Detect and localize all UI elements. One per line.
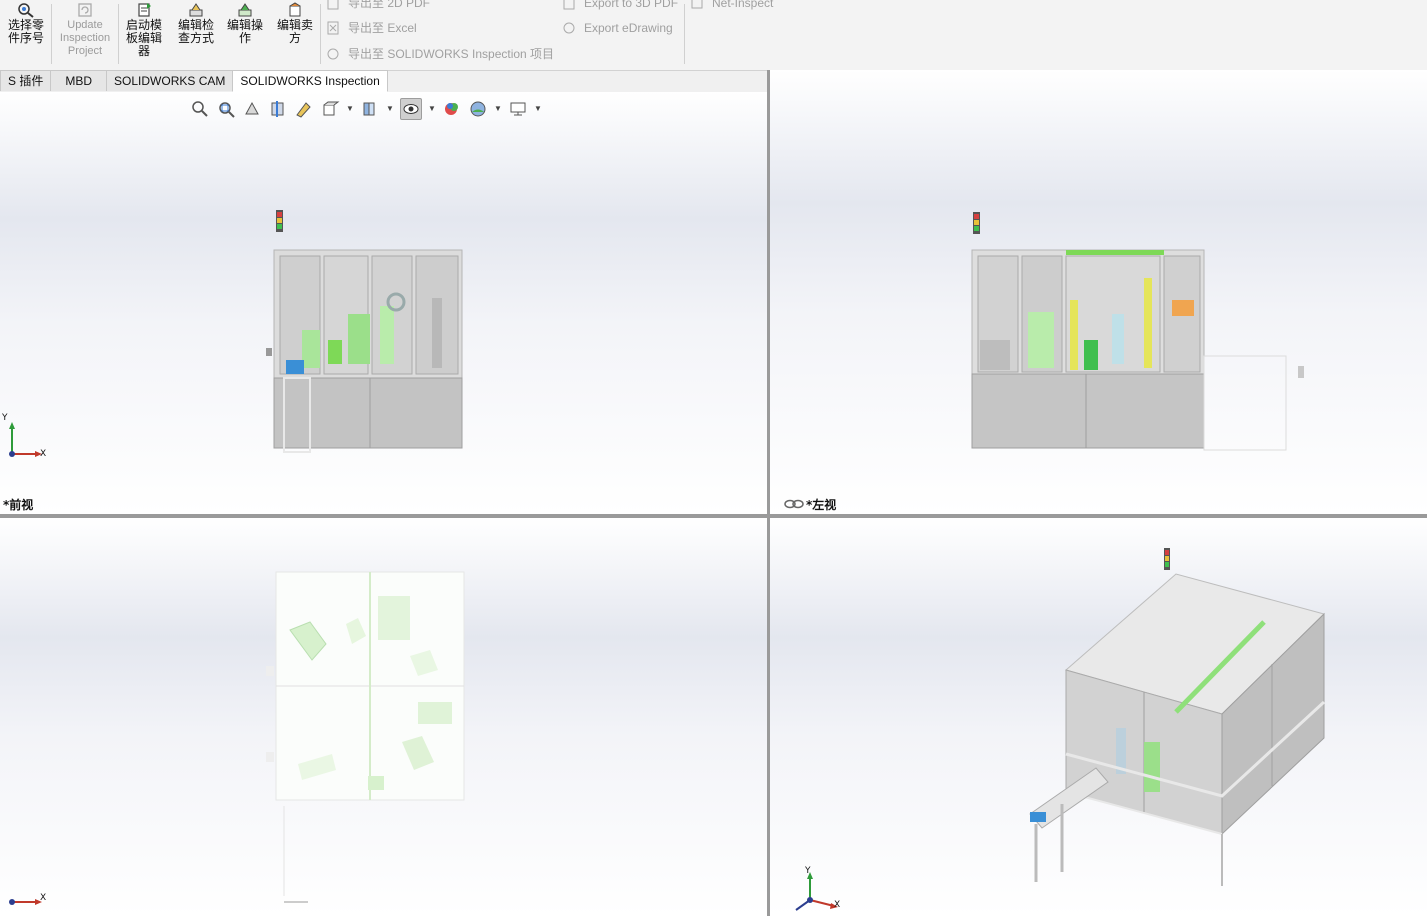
axis-x-label: X	[834, 900, 841, 910]
heads-up-view-toolbar: ▼ ▼ ▼ ▼ ▼	[190, 97, 548, 121]
display-style-icon[interactable]	[360, 99, 380, 119]
model-isometric-view[interactable]	[1016, 542, 1336, 892]
dynamic-annotation-icon[interactable]	[294, 99, 314, 119]
tab-solidworks-inspection[interactable]: SOLIDWORKS Inspection	[232, 70, 388, 92]
apply-scene-icon[interactable]	[468, 99, 488, 119]
export-2d-pdf-button[interactable]: 导出至 2D PDF	[326, 0, 430, 12]
view-orientation-icon[interactable]	[320, 99, 340, 119]
export-project-icon	[327, 48, 339, 60]
viewport-front-label: *前视	[3, 498, 34, 512]
axis-y-label: Y	[2, 413, 8, 423]
tab-addins[interactable]: S 插件	[0, 70, 52, 91]
update-inspection-project-button[interactable]: Update Inspection Project	[55, 0, 115, 68]
view-settings-icon[interactable]	[508, 99, 528, 119]
edit-appearance-icon[interactable]	[442, 99, 462, 119]
vendor-label: 编辑卖方	[276, 18, 313, 45]
viewport-left[interactable]: *左视	[770, 70, 1427, 514]
export-edrawing-label: Export eDrawing	[584, 21, 673, 35]
edit-operation-button[interactable]: 编辑操作	[222, 0, 268, 68]
net-inspect-icon	[691, 0, 703, 9]
previous-view-icon[interactable]	[242, 99, 262, 119]
link-views-icon[interactable]	[784, 498, 804, 510]
model-front-view[interactable]	[262, 210, 472, 455]
export-3d-pdf-icon	[563, 0, 575, 10]
axis-y-label: Y	[805, 866, 811, 876]
update-project-icon	[78, 3, 92, 17]
ribbon-separator	[118, 4, 119, 64]
viewport-front[interactable]: ▼ ▼ ▼ ▼ ▼ Y X *前视	[0, 92, 767, 514]
model-left-view[interactable]	[966, 210, 1316, 460]
operation-icon	[238, 3, 252, 17]
template-editor-label: 启动模板编辑器	[125, 18, 162, 58]
balloon-search-icon	[18, 3, 34, 18]
viewport-isometric[interactable]: Y X	[770, 518, 1427, 916]
chevron-down-icon[interactable]: ▼	[534, 99, 542, 119]
operation-label: 编辑操作	[226, 18, 263, 45]
export-excel-icon	[327, 21, 339, 35]
ribbon: 选择零件序号 Update Inspection Project 启动模板编辑器…	[0, 0, 1427, 71]
export-3d-pdf-button[interactable]: Export to 3D PDF	[562, 0, 678, 12]
viewport-splitter-horizontal[interactable]	[0, 514, 1427, 518]
net-inspect-label: Net-Inspect	[712, 0, 774, 10]
section-view-icon[interactable]	[268, 99, 288, 119]
export-pdf-icon	[327, 0, 339, 10]
net-inspect-button[interactable]: Net-Inspect	[690, 0, 773, 12]
export-2d-pdf-label: 导出至 2D PDF	[348, 0, 431, 10]
export-excel-label: 导出至 Excel	[348, 21, 417, 35]
axis-x-label: X	[40, 893, 47, 903]
hide-show-items-icon[interactable]	[400, 98, 422, 120]
export-3d-pdf-label: Export to 3D PDF	[584, 0, 679, 10]
ribbon-separator	[684, 4, 685, 64]
vendor-icon	[289, 2, 301, 17]
viewport-top[interactable]: X	[0, 518, 767, 916]
export-edrawing-button[interactable]: Export eDrawing	[562, 19, 673, 37]
edit-vendor-button[interactable]: 编辑卖方	[272, 0, 318, 68]
inspection-method-label: 编辑检查方式	[177, 18, 214, 45]
zoom-to-fit-icon[interactable]	[190, 99, 210, 119]
zoom-to-area-icon[interactable]	[216, 99, 236, 119]
update-project-label: Update Inspection Project	[59, 19, 111, 57]
command-manager-tabs: S 插件 MBD SOLIDWORKS CAM SOLIDWORKS Inspe…	[0, 70, 388, 92]
select-balloon-button[interactable]: 选择零件序号	[3, 0, 49, 68]
chevron-down-icon[interactable]: ▼	[494, 99, 502, 119]
tab-solidworks-cam[interactable]: SOLIDWORKS CAM	[106, 70, 234, 91]
template-editor-icon	[138, 3, 151, 17]
viewport-left-label: *左视	[806, 498, 837, 512]
viewport-splitter-vertical[interactable]	[767, 70, 770, 916]
axis-x-label: X	[40, 449, 47, 459]
model-top-view[interactable]	[262, 566, 472, 911]
edit-inspection-method-button[interactable]: 编辑检查方式	[174, 0, 218, 68]
start-template-editor-button[interactable]: 启动模板编辑器	[122, 0, 166, 68]
export-excel-button[interactable]: 导出至 Excel	[326, 19, 417, 37]
chevron-down-icon[interactable]: ▼	[428, 99, 436, 119]
tab-mbd[interactable]: MBD	[50, 70, 108, 91]
export-sw-inspection-button[interactable]: 导出至 SOLIDWORKS Inspection 项目	[326, 45, 554, 63]
inspection-method-icon	[189, 3, 203, 17]
ribbon-separator	[320, 4, 321, 64]
export-edrawing-icon	[563, 22, 575, 34]
chevron-down-icon[interactable]: ▼	[346, 99, 354, 119]
coordinate-triad-icon	[795, 872, 838, 911]
ribbon-separator	[51, 4, 52, 64]
select-balloon-label: 选择零件序号	[7, 18, 44, 45]
export-sw-inspection-label: 导出至 SOLIDWORKS Inspection 项目	[348, 47, 555, 61]
chevron-down-icon[interactable]: ▼	[386, 99, 394, 119]
